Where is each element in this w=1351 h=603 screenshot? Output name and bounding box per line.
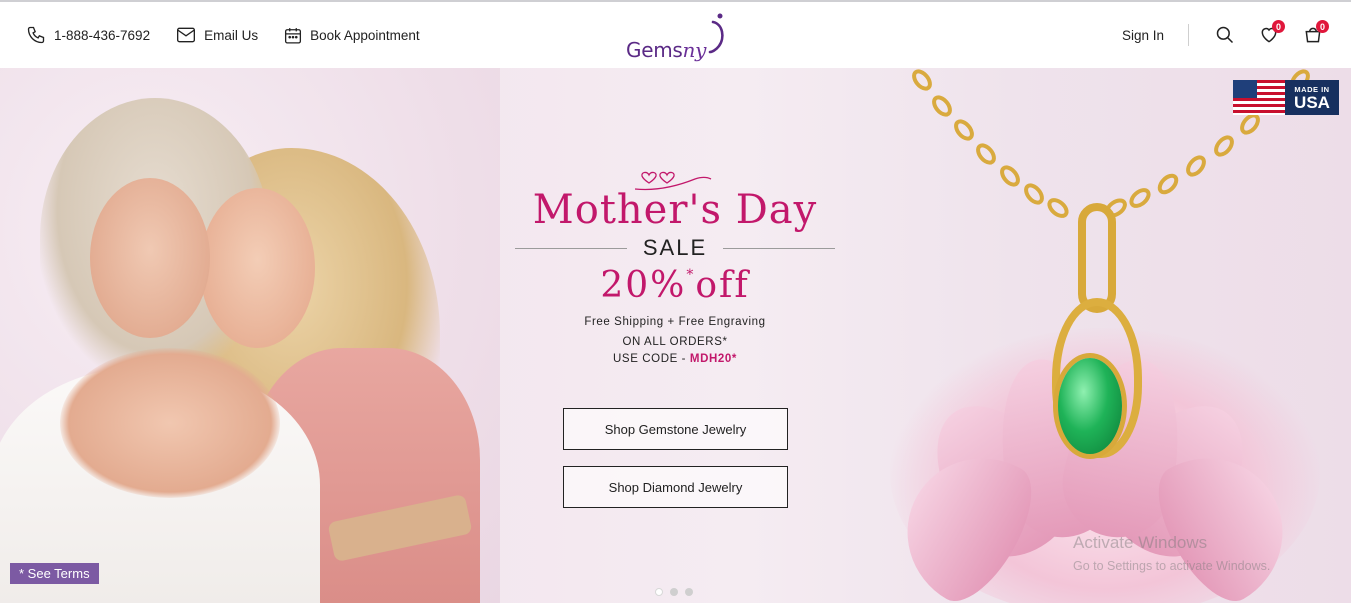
sale-line-left	[514, 247, 627, 249]
promo-text-block: Mother's Day SALE 20%*off Free Shipping …	[505, 163, 845, 365]
all-orders-text: ON ALL ORDERS*	[622, 336, 728, 348]
discount-suffix: off	[695, 265, 750, 306]
carousel-dot[interactable]	[655, 588, 663, 596]
calendar-icon	[285, 27, 302, 44]
appointment-label: Book Appointment	[310, 27, 420, 43]
mother-face	[90, 178, 210, 338]
sign-in-link[interactable]: Sign In	[1122, 28, 1164, 43]
email-link[interactable]: Email Us	[176, 26, 258, 44]
activate-windows-watermark: Activate Windows Go to Settings to activ…	[1073, 533, 1270, 573]
shop-gemstone-button[interactable]: Shop Gemstone Jewelry	[563, 408, 788, 450]
logo-gems: Gems	[626, 38, 683, 62]
sale-line-right	[723, 247, 836, 249]
free-shipping-text: Free Shipping + Free Engraving	[584, 316, 766, 328]
carousel-dot[interactable]	[685, 588, 693, 596]
sale-label: SALE	[642, 235, 708, 260]
search-button[interactable]	[1215, 25, 1235, 45]
made-in-usa-badge: MADE IN USA	[1233, 80, 1339, 115]
pendant-product-image: MADE IN USA	[830, 68, 1351, 603]
carousel-dot[interactable]	[670, 588, 678, 596]
hero-banner[interactable]: * See Terms Mother's Day SALE 20%*off Fr…	[0, 68, 1351, 603]
email-label: Email Us	[204, 27, 259, 43]
daughter-face	[200, 188, 315, 348]
code-prefix: USE CODE -	[613, 353, 690, 365]
carousel-dots	[655, 588, 693, 596]
discount-asterisk: *	[686, 267, 696, 283]
phone-number: 1-888-436-7692	[54, 27, 151, 43]
promo-code-text: USE CODE - MDH20*	[505, 353, 845, 365]
activate-subtitle: Go to Settings to activate Windows.	[1073, 559, 1271, 573]
flag-canton	[1233, 80, 1257, 98]
search-icon	[1216, 26, 1234, 44]
emerald-gem	[1058, 358, 1122, 454]
usa-flag-icon	[1233, 80, 1285, 115]
cart-count-badge: 0	[1316, 20, 1329, 33]
header-contact: 1-888-436-7692 Email Us Book Appointment	[26, 2, 446, 68]
discount-text: 20%*off	[505, 265, 845, 306]
pendant-bail	[1078, 203, 1116, 313]
phone-link[interactable]: 1-888-436-7692	[26, 25, 150, 45]
book-appointment-link[interactable]: Book Appointment	[284, 26, 420, 45]
site-header: 1-888-436-7692 Email Us Book Appointment…	[0, 2, 1351, 68]
header-divider	[1188, 24, 1189, 46]
phone-icon	[27, 26, 45, 44]
promo-title: Mother's Day	[532, 187, 818, 233]
code-value: MDH20*	[689, 353, 737, 365]
logo-swirl-icon	[708, 13, 724, 54]
wishlist-button[interactable]: 0	[1259, 20, 1285, 45]
mother-daughter-photo	[0, 68, 500, 603]
header-actions: Sign In 0 0	[1122, 2, 1351, 68]
embracing-hands	[60, 348, 280, 498]
site-logo[interactable]: Gemsny	[626, 10, 728, 62]
wishlist-count-badge: 0	[1272, 20, 1285, 33]
made-in-usa-label: MADE IN USA	[1285, 80, 1339, 115]
sale-row: SALE	[505, 235, 845, 261]
discount-value: 20%	[600, 265, 687, 306]
shop-diamond-button[interactable]: Shop Diamond Jewelry	[563, 466, 788, 508]
usa-text: USA	[1294, 92, 1330, 112]
logo-text: Gemsny	[626, 38, 706, 62]
logo-ny: ny	[682, 38, 707, 62]
cart-button[interactable]: 0	[1303, 20, 1329, 45]
see-terms-button[interactable]: * See Terms	[10, 563, 99, 584]
activate-title: Activate Windows	[1073, 533, 1208, 552]
mail-icon	[177, 27, 196, 43]
